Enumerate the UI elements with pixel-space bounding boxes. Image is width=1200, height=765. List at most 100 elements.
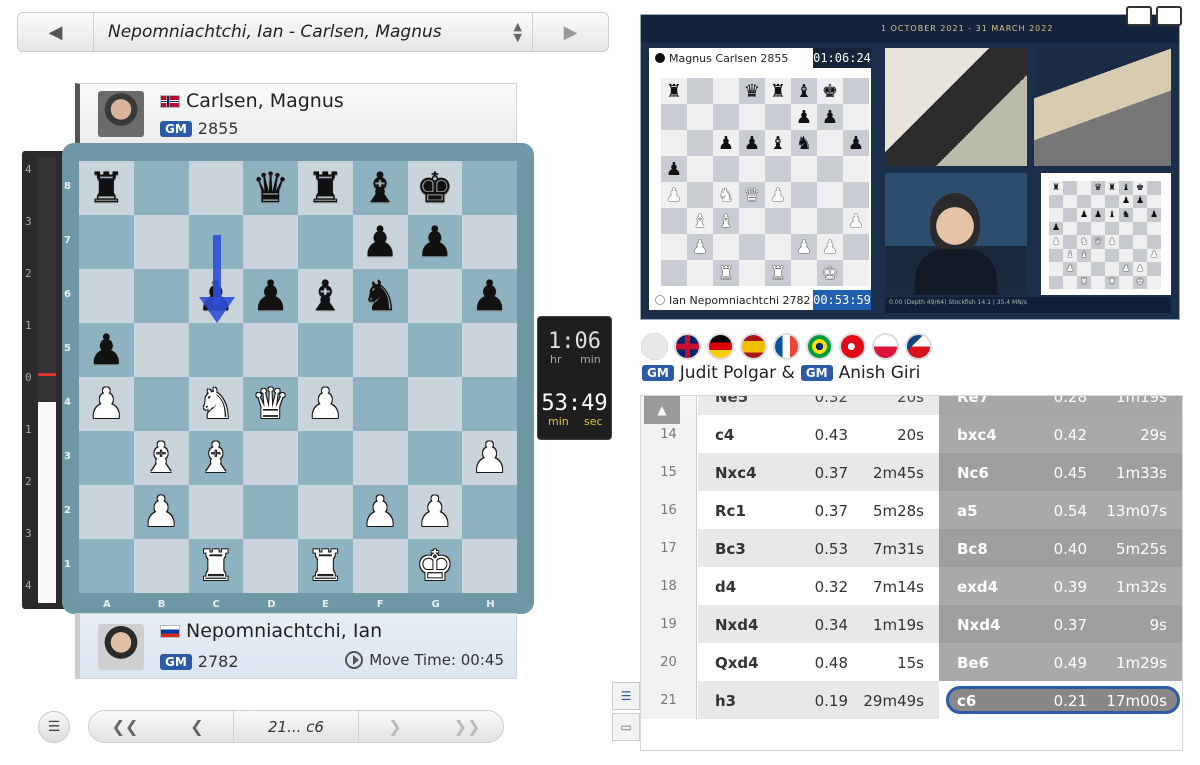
square-d4[interactable]: ♛: [243, 377, 298, 431]
popout-icon[interactable]: [1126, 6, 1152, 26]
square-e6[interactable]: ♝: [298, 269, 353, 323]
black-move-cell[interactable]: c6 0.21 17m00s: [939, 681, 1182, 719]
square-f7[interactable]: ♟: [352, 215, 408, 269]
move-row[interactable]: 18 d4 0.32 7m14s exd4 0.39 1m32s: [641, 567, 1182, 605]
square-a1[interactable]: [79, 539, 134, 593]
square-b8[interactable]: [133, 161, 189, 215]
scroll-up-button[interactable]: ▲: [644, 396, 680, 424]
black-move-cell[interactable]: bxc4 0.42 29s: [939, 415, 1182, 453]
square-g1[interactable]: ♚: [407, 539, 463, 593]
square-d7[interactable]: [243, 215, 298, 269]
square-h8[interactable]: [462, 161, 517, 215]
last-move-button[interactable]: ❯❯: [431, 711, 503, 742]
square-b2[interactable]: ♟: [133, 485, 189, 539]
white-rook-piece[interactable]: ♜: [307, 545, 345, 587]
square-b5[interactable]: [133, 323, 189, 377]
black-rook-piece[interactable]: ♜: [307, 167, 345, 209]
square-c8[interactable]: [188, 161, 244, 215]
language-flag-tr-icon[interactable]: [839, 332, 866, 360]
square-d2[interactable]: [243, 485, 298, 539]
square-c2[interactable]: [188, 485, 244, 539]
white-pawn-piece[interactable]: ♟: [416, 491, 454, 533]
square-g2[interactable]: ♟: [407, 485, 463, 539]
square-e4[interactable]: ♟: [298, 377, 353, 431]
black-pawn-piece[interactable]: ♟: [471, 275, 509, 317]
white-bishop-piece[interactable]: ♝: [197, 437, 235, 479]
game-selector[interactable]: ◀ Nepomniachtchi, Ian - Carlsen, Magnus …: [17, 12, 609, 52]
black-bishop-piece[interactable]: ♝: [361, 167, 399, 209]
black-move-cell[interactable]: Nc6 0.45 1m33s: [939, 453, 1182, 491]
square-g6[interactable]: [407, 269, 463, 323]
square-b4[interactable]: [133, 377, 189, 431]
next-move-button[interactable]: ❯: [359, 711, 431, 742]
square-a2[interactable]: [79, 485, 134, 539]
square-b3[interactable]: ♝: [133, 431, 189, 485]
black-move-cell[interactable]: Bc8 0.40 5m25s: [939, 529, 1182, 567]
game-title[interactable]: Nepomniachtchi, Ian - Carlsen, Magnus ▲ ▼: [94, 13, 532, 51]
square-c3[interactable]: ♝: [188, 431, 244, 485]
square-c1[interactable]: ♜: [188, 539, 244, 593]
moves-list-tab[interactable]: ☰: [612, 682, 640, 710]
black-knight-piece[interactable]: ♞: [361, 275, 399, 317]
move-row[interactable]: 14 c4 0.43 20s bxc4 0.42 29s: [641, 415, 1182, 453]
square-f3[interactable]: [352, 431, 408, 485]
move-row[interactable]: 15 Nxc4 0.37 2m45s Nc6 0.45 1m33s: [641, 453, 1182, 491]
square-h4[interactable]: [462, 377, 517, 431]
square-a3[interactable]: [79, 431, 134, 485]
white-pawn-piece[interactable]: ♟: [307, 383, 345, 425]
white-queen-piece[interactable]: ♛: [252, 383, 290, 425]
square-h3[interactable]: ♟: [462, 431, 517, 485]
square-g3[interactable]: [407, 431, 463, 485]
square-g8[interactable]: ♚: [407, 161, 463, 215]
language-flag-pl-icon[interactable]: [872, 332, 899, 360]
square-h7[interactable]: [462, 215, 517, 269]
updown-icon[interactable]: ▲ ▼: [514, 21, 522, 43]
moves-table[interactable]: ▲ Ne5 0.32 20s Re7 0.28 1m19s 14 c4 0.43 20s bxc4 0…: [640, 395, 1183, 751]
square-d6[interactable]: ♟: [243, 269, 298, 323]
first-move-button[interactable]: ❮❮: [89, 711, 161, 742]
menu-button[interactable]: ☰: [38, 711, 70, 743]
square-h6[interactable]: ♟: [462, 269, 517, 323]
move-row[interactable]: 20 Qxd4 0.48 15s Be6 0.49 1m29s: [641, 643, 1182, 681]
black-rook-piece[interactable]: ♜: [88, 167, 126, 209]
white-rook-piece[interactable]: ♜: [197, 545, 235, 587]
black-pawn-piece[interactable]: ♟: [416, 221, 454, 263]
white-move-cell[interactable]: Ne5 0.32 20s: [698, 396, 939, 415]
prev-move-button[interactable]: ❮: [161, 711, 233, 742]
language-flag-fr-icon[interactable]: [773, 332, 800, 360]
square-a4[interactable]: ♟: [79, 377, 134, 431]
white-move-cell[interactable]: Bc3 0.53 7m31s: [698, 529, 939, 567]
language-flag-de-icon[interactable]: [707, 332, 734, 360]
black-pawn-piece[interactable]: ♟: [361, 221, 399, 263]
square-d3[interactable]: [243, 431, 298, 485]
move-row[interactable]: 17 Bc3 0.53 7m31s Bc8 0.40 5m25s: [641, 529, 1182, 567]
black-bishop-piece[interactable]: ♝: [307, 275, 345, 317]
language-flag-cz-icon[interactable]: [905, 332, 932, 360]
chat-tab[interactable]: ▭: [612, 713, 640, 741]
fullscreen-icon[interactable]: [1156, 6, 1182, 26]
black-move-cell[interactable]: Nxd4 0.37 9s: [939, 605, 1182, 643]
square-g5[interactable]: [407, 323, 463, 377]
white-knight-piece[interactable]: ♞: [197, 383, 235, 425]
black-move-cell[interactable]: a5 0.54 13m07s: [939, 491, 1182, 529]
white-move-cell[interactable]: Nxd4 0.34 1m19s: [698, 605, 939, 643]
next-game-button[interactable]: ▶: [532, 13, 608, 51]
language-flag-br-icon[interactable]: [806, 332, 833, 360]
white-move-cell[interactable]: c4 0.43 20s: [698, 415, 939, 453]
square-h2[interactable]: [462, 485, 517, 539]
square-d5[interactable]: [243, 323, 298, 377]
square-b7[interactable]: [133, 215, 189, 269]
square-f6[interactable]: ♞: [352, 269, 408, 323]
square-f4[interactable]: [352, 377, 408, 431]
square-e2[interactable]: [298, 485, 353, 539]
prev-game-button[interactable]: ◀: [18, 13, 94, 51]
white-king-piece[interactable]: ♚: [416, 545, 454, 587]
broadcast-video[interactable]: 1 OCTOBER 2021 - 31 MARCH 2022 Magnus Ca…: [640, 14, 1180, 320]
white-pawn-piece[interactable]: ♟: [361, 491, 399, 533]
square-e7[interactable]: [298, 215, 353, 269]
black-king-piece[interactable]: ♚: [416, 167, 454, 209]
square-b6[interactable]: [133, 269, 189, 323]
square-a5[interactable]: ♟: [79, 323, 134, 377]
square-e3[interactable]: [298, 431, 353, 485]
square-f2[interactable]: ♟: [352, 485, 408, 539]
